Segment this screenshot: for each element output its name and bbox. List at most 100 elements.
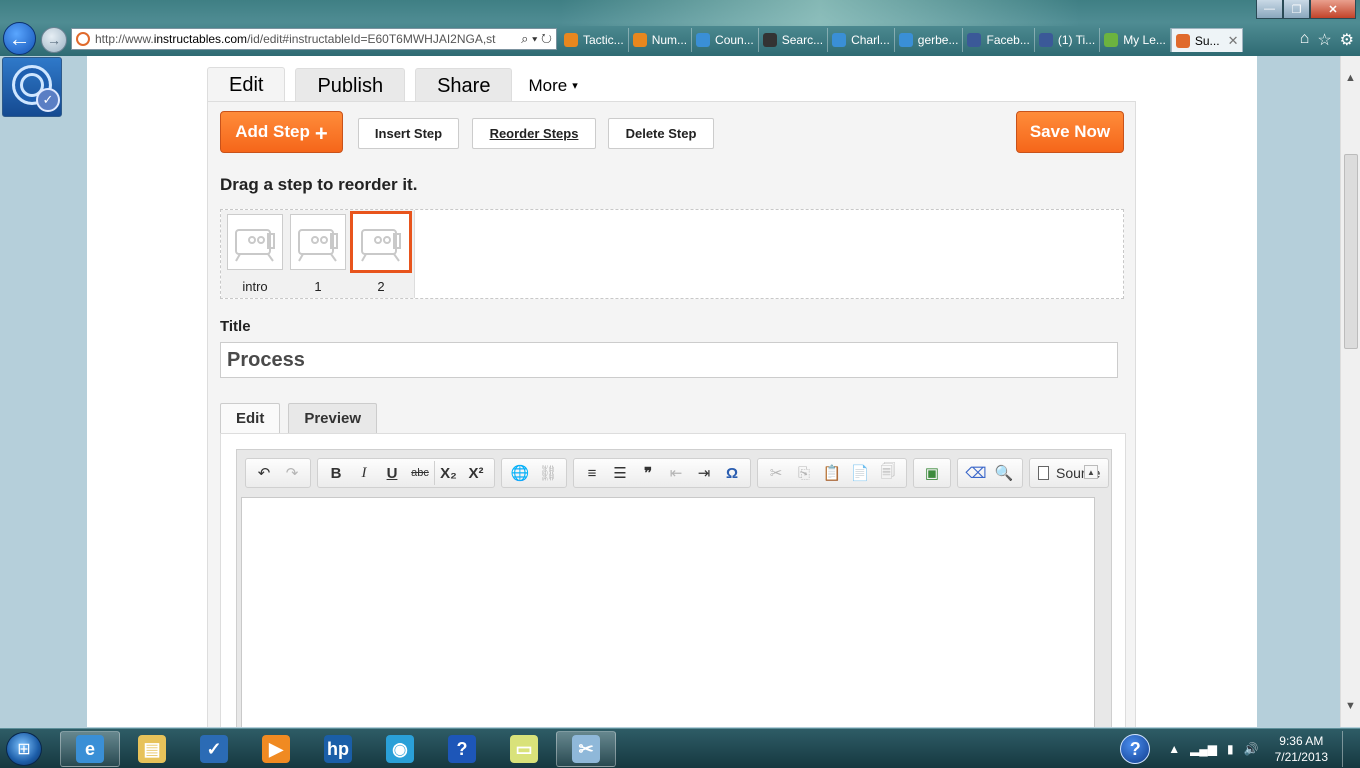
editor-toolbar: ↶ ↷ B I U abc X₂ X² 🌐 ⛓ ≡ ☰ ❞ ⇤ ⇥ Ω ✂ ⎘ …	[245, 458, 1115, 488]
show-desktop-button[interactable]	[1342, 731, 1354, 767]
format-group: B I U abc X₂ X²	[317, 458, 495, 488]
tab-edit[interactable]: Edit	[207, 67, 286, 103]
minimize-button[interactable]: —	[1256, 0, 1283, 19]
copy-icon[interactable]: ⎘	[790, 461, 818, 485]
cut-icon[interactable]: ✂	[762, 461, 790, 485]
step-label: 1	[314, 279, 322, 294]
tab-content-edit[interactable]: Edit	[220, 403, 281, 433]
browser-tab[interactable]: Su... ✕	[1170, 28, 1244, 52]
link-icon[interactable]: 🌐	[506, 461, 534, 485]
browser-tab[interactable]: gerbe...	[895, 28, 964, 52]
eraser-icon[interactable]: ⌫	[962, 461, 990, 485]
scroll-thumb[interactable]	[1344, 154, 1358, 349]
title-input[interactable]: Process	[220, 342, 1118, 378]
clipboard-group: ✂ ⎘ 📋 📄 🗐	[757, 458, 907, 488]
paste-text-icon[interactable]: 📄	[846, 461, 874, 485]
back-button[interactable]: ←	[3, 22, 36, 55]
system-clock[interactable]: 9:36 AM 7/21/2013	[1275, 733, 1328, 765]
url-prefix: http://www.	[95, 32, 154, 46]
robot-placeholder-icon	[290, 214, 346, 270]
taskbar-app-checkmark-app[interactable]: ✓	[184, 731, 244, 767]
delete-step-button[interactable]: Delete Step	[608, 118, 714, 149]
taskbar-app-snipping[interactable]: ✂	[556, 731, 616, 767]
unlink-icon[interactable]: ⛓	[534, 461, 562, 485]
taskbar-app-media-player[interactable]: ▶	[246, 731, 306, 767]
tab-content-preview[interactable]: Preview	[288, 403, 378, 433]
bulleted-list-icon[interactable]: ☰	[606, 461, 634, 485]
volume-icon[interactable]: 🔊	[1244, 742, 1259, 756]
image-icon[interactable]: ▣	[918, 461, 946, 485]
scroll-down-icon[interactable]: ▼	[1345, 700, 1356, 712]
network-signal-icon[interactable]: ▂▄▆	[1190, 742, 1217, 756]
step-thumbnail[interactable]: intro	[225, 214, 285, 298]
close-window-button[interactable]: ✕	[1310, 0, 1356, 19]
find-icon[interactable]: 🔍	[990, 461, 1018, 485]
add-step-button[interactable]: Add Step +	[220, 111, 343, 153]
special-character-icon[interactable]: Ω	[718, 461, 746, 485]
forward-button[interactable]: →	[41, 27, 67, 53]
superscript-icon[interactable]: X²	[462, 461, 490, 485]
taskbar-app-explorer[interactable]: ▤	[122, 731, 182, 767]
save-now-button[interactable]: Save Now	[1016, 111, 1124, 153]
home-icon[interactable]: ⌂	[1300, 30, 1310, 50]
redo-icon[interactable]: ↷	[278, 461, 306, 485]
step-thumbnail[interactable]: 1	[288, 214, 348, 298]
history-group: ↶ ↷	[245, 458, 311, 488]
help-tray-icon[interactable]: ?	[1120, 734, 1151, 764]
maximize-button[interactable]: ❐	[1283, 0, 1310, 19]
bold-icon[interactable]: B	[322, 461, 350, 485]
browser-tab[interactable]: Faceb...	[963, 28, 1035, 52]
tab-share[interactable]: Share	[415, 68, 513, 103]
step-thumbnail[interactable]: 2	[350, 211, 412, 298]
address-bar[interactable]: http://www. instructables.com/id/edit#ins…	[71, 28, 557, 50]
italic-icon[interactable]: I	[350, 461, 378, 485]
settings-gear-icon[interactable]: ⚙	[1340, 30, 1354, 50]
browser-toolbar-icons: ⌂ ☆ ⚙	[1300, 30, 1354, 50]
indent-icon[interactable]: ⇥	[690, 461, 718, 485]
paste-icon[interactable]: 📋	[818, 461, 846, 485]
collapse-toolbar-button[interactable]: ▲	[1084, 465, 1098, 479]
browser-tab[interactable]: Searc...	[759, 28, 829, 52]
address-tools[interactable]: ⌕ ▾ ↻	[518, 31, 552, 47]
insert-step-button[interactable]: Insert Step	[358, 118, 459, 149]
tray-expand-icon[interactable]: ▲	[1168, 742, 1180, 756]
battery-icon[interactable]: ▮	[1227, 742, 1234, 756]
reorder-steps-button[interactable]: Reorder Steps	[472, 118, 596, 149]
strikethrough-icon[interactable]: abc	[406, 461, 434, 485]
tab-publish[interactable]: Publish	[295, 68, 406, 103]
browser-tab-label: Coun...	[715, 33, 754, 47]
start-button[interactable]: ⊞	[6, 732, 42, 766]
drag-hint-text: Drag a step to reorder it.	[220, 175, 418, 194]
browser-tab[interactable]: Charl...	[828, 28, 895, 52]
browser-tab[interactable]: Coun...	[692, 28, 759, 52]
subscript-icon[interactable]: X₂	[434, 461, 462, 485]
scroll-up-icon[interactable]: ▲	[1345, 72, 1356, 84]
blockquote-icon[interactable]: ❞	[634, 461, 662, 485]
favorites-star-icon[interactable]: ☆	[1317, 30, 1331, 50]
insert-group: ▣	[913, 458, 951, 488]
step-thumbnails: intro 1 2	[221, 210, 415, 298]
browser-tab[interactable]: Tactic...	[560, 28, 629, 52]
browser-tab[interactable]: (1) Ti...	[1035, 28, 1101, 52]
snipping-icon: ✂	[572, 735, 600, 763]
outdent-icon[interactable]: ⇤	[662, 461, 690, 485]
taskbar-app-ie[interactable]: e	[60, 731, 120, 767]
taskbar-app-help[interactable]: ?	[432, 731, 492, 767]
taskbar-app-notes[interactable]: ▭	[494, 731, 554, 767]
close-tab-icon[interactable]: ✕	[1228, 33, 1239, 49]
fingerprint-gadget[interactable]: ✓	[2, 57, 62, 117]
numbered-list-icon[interactable]: ≡	[578, 461, 606, 485]
taskbar-app-globe[interactable]: ◉	[370, 731, 430, 767]
page-scrollbar[interactable]: ▲ ▼	[1340, 56, 1360, 727]
browser-tab[interactable]: My Le...	[1100, 28, 1171, 52]
browser-tab[interactable]: Num...	[629, 28, 693, 52]
ie-icon: e	[76, 735, 104, 763]
underline-icon[interactable]: U	[378, 461, 406, 485]
tab-more[interactable]: More ▾	[522, 68, 583, 103]
step-label: 2	[377, 279, 385, 294]
paste-word-icon[interactable]: 🗐	[874, 461, 902, 485]
editor-content-area[interactable]	[241, 497, 1095, 727]
undo-icon[interactable]: ↶	[250, 461, 278, 485]
robot-placeholder-icon	[350, 211, 412, 273]
taskbar-app-hp[interactable]: hp	[308, 731, 368, 767]
